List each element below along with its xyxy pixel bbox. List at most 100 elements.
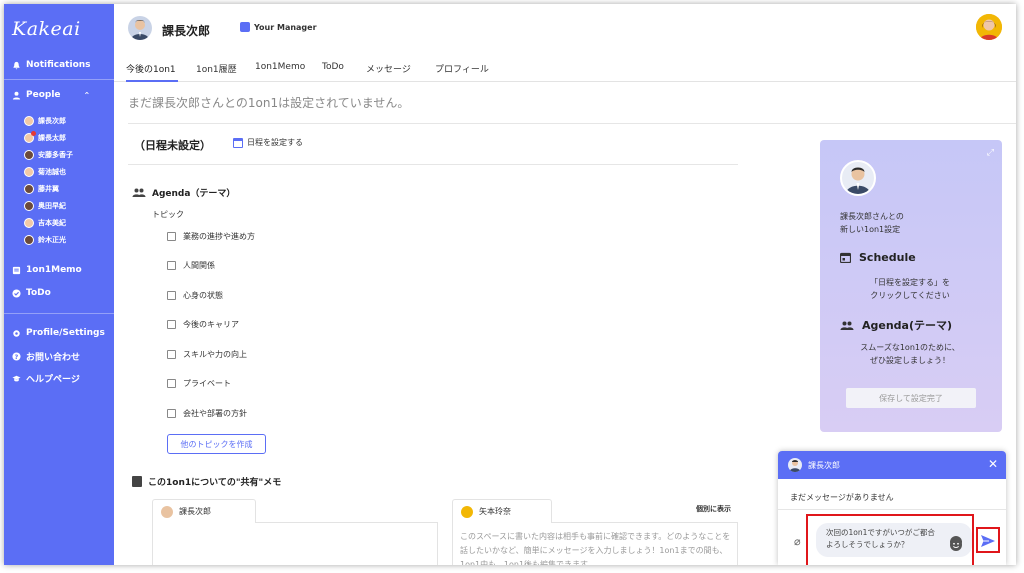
memo-tab-right-label: 矢本玲奈 bbox=[479, 507, 511, 516]
check-circle-icon bbox=[12, 288, 21, 298]
topic-checkbox[interactable]: 会社や部署の方針 bbox=[167, 408, 247, 419]
avatar bbox=[24, 131, 36, 143]
gear-icon bbox=[12, 329, 21, 338]
nav-notifications[interactable]: Notifications bbox=[12, 60, 91, 70]
topic-checkbox[interactable]: 業務の進捗や進め方 bbox=[167, 231, 255, 242]
guide-desc-line: ぜひ設定しましょう！ bbox=[870, 356, 950, 365]
chat-contact-name: 課長次郎 bbox=[808, 460, 840, 470]
guide-intro-line: 新しい1on1設定 bbox=[840, 225, 901, 234]
set-schedule-button[interactable]: 日程を設定する bbox=[233, 137, 303, 148]
avatar bbox=[788, 458, 802, 472]
nav-todo[interactable]: ToDo bbox=[12, 288, 51, 298]
sidebar: Kakeai Notifications People ⌃ 課長次郎 課長太郎 … bbox=[4, 4, 114, 565]
topic-label: トピック bbox=[152, 210, 184, 219]
topic-checkbox[interactable]: スキルや力の向上 bbox=[167, 349, 247, 360]
nav-profile-settings-label: Profile/Settings bbox=[26, 328, 105, 338]
app-logo[interactable]: Kakeai bbox=[12, 18, 81, 40]
chat-empty-state: まだメッセージがありません bbox=[790, 493, 894, 502]
divider bbox=[4, 79, 114, 80]
memo-tab-right[interactable]: 矢本玲奈 bbox=[452, 499, 552, 523]
people-item[interactable]: 安藤多香子 bbox=[24, 150, 73, 160]
tab-1on1-history[interactable]: 1on1履歴 bbox=[196, 62, 237, 75]
topic-checkbox[interactable]: 今後のキャリア bbox=[167, 319, 239, 330]
agenda-heading: Agenda（テーマ） bbox=[132, 186, 235, 199]
checkbox[interactable] bbox=[167, 320, 176, 329]
people-item[interactable]: 課長次郎 bbox=[24, 116, 66, 126]
memo-editor-left[interactable] bbox=[152, 522, 438, 565]
memo-tab-left-label: 課長次郎 bbox=[179, 507, 211, 516]
nav-people[interactable]: People ⌃ bbox=[12, 90, 90, 100]
checkbox[interactable] bbox=[167, 350, 176, 359]
topic-label-text: 会社や部署の方針 bbox=[183, 409, 247, 418]
guide-agenda-desc: スムーズな1on1のために、 ぜひ設定しましょう！ bbox=[840, 341, 980, 367]
guide-intro-line: 課長次郎さんとの bbox=[840, 212, 904, 221]
tab-1on1memo[interactable]: 1on1Memo bbox=[255, 62, 305, 72]
people-item-label: 奥田早紀 bbox=[38, 202, 66, 210]
help-circle-icon: ? bbox=[12, 352, 21, 361]
highlight-message-input bbox=[806, 514, 974, 565]
bell-icon bbox=[12, 61, 21, 70]
nav-contact-label: お問い合わせ bbox=[26, 353, 81, 363]
checkbox[interactable] bbox=[167, 379, 176, 388]
people-item[interactable]: 吉本美紀 bbox=[24, 218, 66, 228]
people-icon bbox=[840, 321, 854, 330]
tab-bar: 今後の1on1 1on1履歴 1on1Memo ToDo メッセージ プロフィー… bbox=[114, 54, 1016, 82]
highlight-send-button bbox=[976, 527, 1000, 553]
people-item-label: 課長次郎 bbox=[38, 117, 66, 125]
individual-display-toggle[interactable]: 個別に表示 bbox=[696, 504, 731, 514]
checkbox[interactable] bbox=[167, 232, 176, 241]
save-and-complete-button[interactable]: 保存して設定完了 bbox=[846, 388, 976, 408]
avatar bbox=[840, 160, 876, 196]
tab-profile[interactable]: プロフィール bbox=[435, 62, 489, 75]
topic-label-text: 人間関係 bbox=[183, 261, 215, 270]
topic-checkbox[interactable]: 人間関係 bbox=[167, 260, 215, 271]
topic-checkbox[interactable]: 心身の状態 bbox=[167, 290, 223, 301]
active-tab-indicator bbox=[126, 80, 178, 82]
topic-checkbox[interactable]: プライベート bbox=[167, 378, 231, 389]
tab-todo[interactable]: ToDo bbox=[322, 62, 344, 72]
expand-icon[interactable]: ⤢ bbox=[987, 148, 994, 158]
calendar-icon bbox=[233, 137, 243, 148]
guide-desc-line: スムーズな1on1のために、 bbox=[860, 343, 960, 352]
nav-contact[interactable]: ? お問い合わせ bbox=[12, 350, 80, 363]
close-icon[interactable]: ✕ bbox=[988, 457, 998, 471]
divider bbox=[4, 313, 114, 314]
people-item[interactable]: 菊池誠也 bbox=[24, 167, 66, 177]
checkbox[interactable] bbox=[167, 261, 176, 270]
people-item[interactable]: 藤井翼 bbox=[24, 184, 59, 194]
nav-help[interactable]: ヘルプページ bbox=[12, 372, 80, 385]
people-item[interactable]: 課長太郎 bbox=[24, 131, 66, 143]
create-topic-button[interactable]: 他のトピックを作成 bbox=[167, 434, 266, 454]
nav-profile-settings[interactable]: Profile/Settings bbox=[12, 328, 105, 338]
agenda-title: Agenda（テーマ） bbox=[152, 189, 236, 199]
tab-upcoming-1on1[interactable]: 今後の1on1 bbox=[126, 62, 176, 75]
avatar bbox=[128, 16, 152, 40]
attachment-icon[interactable]: ⌀ bbox=[794, 535, 801, 548]
memo-placeholder: このスペースに書いた内容は相手も事前に確認できます。どのようなことを話したいかな… bbox=[460, 532, 731, 565]
people-item-label: 菊池誠也 bbox=[38, 168, 66, 176]
checkbox[interactable] bbox=[167, 409, 176, 418]
tab-messages[interactable]: メッセージ bbox=[366, 62, 411, 75]
nav-1on1memo[interactable]: 1on1Memo bbox=[12, 265, 82, 275]
graduation-cap-icon bbox=[12, 374, 21, 383]
avatar bbox=[24, 150, 34, 160]
memo-tab-left[interactable]: 課長次郎 bbox=[152, 499, 256, 523]
avatar bbox=[161, 505, 173, 518]
people-item-label: 課長太郎 bbox=[38, 134, 66, 142]
nav-todo-label: ToDo bbox=[26, 288, 51, 298]
current-user-avatar[interactable] bbox=[976, 14, 1002, 40]
chat-header: 課長次郎 ✕ bbox=[778, 451, 1006, 479]
guide-schedule-desc: 「日程を設定する」を クリックしてください bbox=[840, 276, 980, 302]
memo-icon bbox=[12, 266, 21, 275]
page-title: 課長次郎 bbox=[162, 24, 211, 38]
chevron-up-icon[interactable]: ⌃ bbox=[84, 91, 91, 100]
checkbox[interactable] bbox=[167, 291, 176, 300]
people-item[interactable]: 鈴木正光 bbox=[24, 235, 66, 245]
topic-label-text: 心身の状態 bbox=[183, 291, 223, 300]
people-item[interactable]: 奥田早紀 bbox=[24, 201, 66, 211]
avatar bbox=[24, 201, 34, 211]
guide-intro: 課長次郎さんとの 新しい1on1設定 bbox=[840, 210, 904, 236]
topic-label-text: 今後のキャリア bbox=[183, 320, 239, 329]
nav-notifications-label: Notifications bbox=[26, 60, 91, 70]
people-icon bbox=[132, 188, 146, 197]
